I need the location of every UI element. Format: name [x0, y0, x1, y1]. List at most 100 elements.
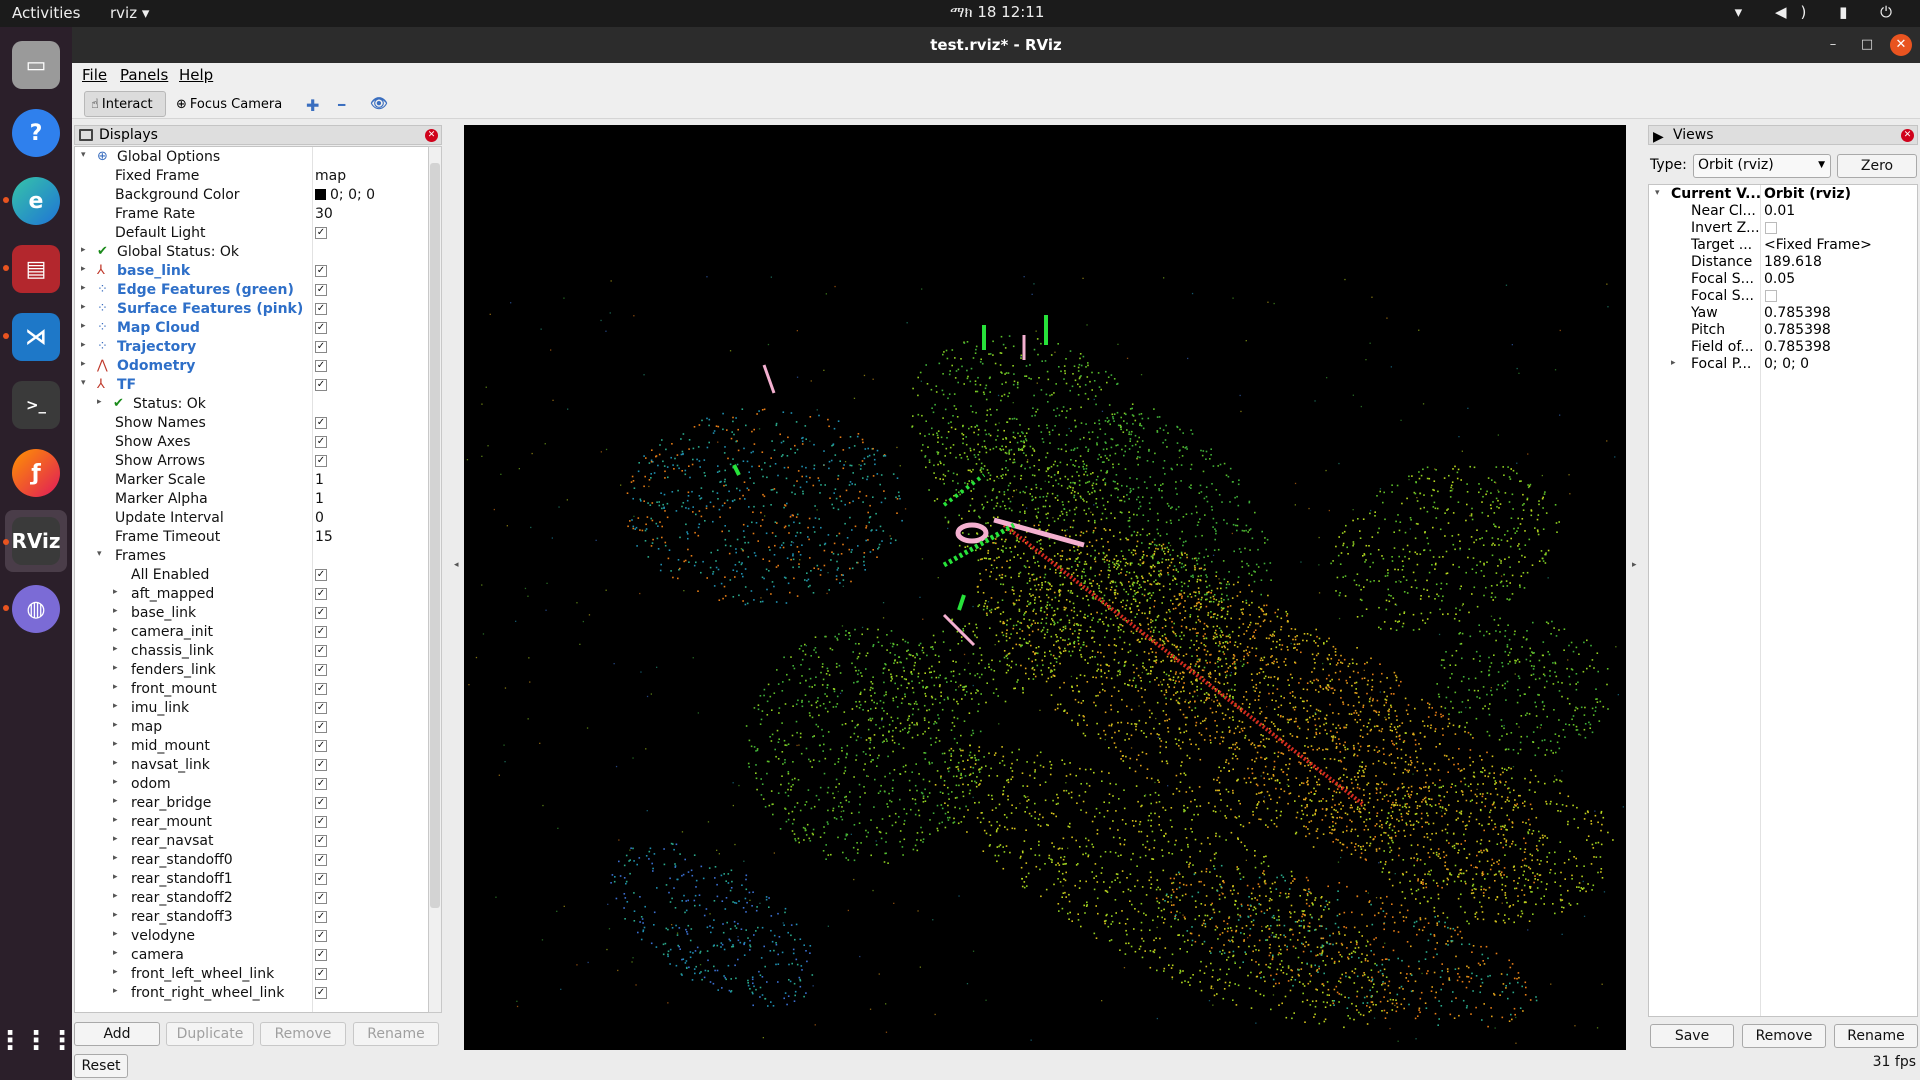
enabled-checkbox[interactable]: ✓ — [315, 835, 327, 847]
menu-file[interactable]: File — [82, 66, 107, 84]
display-tree-row[interactable]: ▸ front_right_wheel_link ✓ — [75, 984, 428, 1003]
enabled-checkbox[interactable]: ✓ — [315, 816, 327, 828]
firefox-icon[interactable]: ƒ — [12, 449, 60, 497]
collapsed-arrow-icon[interactable]: ▸ — [81, 321, 86, 331]
display-tree-row[interactable]: ▸ camera_init ✓ — [75, 623, 428, 642]
display-tree-row[interactable]: Fixed Frame map — [75, 167, 428, 186]
display-tree-row[interactable]: All Enabled ✓ — [75, 566, 428, 585]
remove-display-button[interactable]: Remove — [260, 1022, 346, 1046]
property-value[interactable]: 1 — [315, 472, 324, 488]
enabled-checkbox[interactable]: ✓ — [315, 455, 327, 467]
remove-tool-icon[interactable]: ━ — [338, 98, 345, 112]
display-tree-row[interactable]: ▸ velodyne ✓ — [75, 927, 428, 946]
property-value[interactable]: 15 — [315, 529, 333, 545]
minimize-button[interactable]: – — [1822, 34, 1844, 56]
collapsed-arrow-icon[interactable]: ▸ — [113, 796, 118, 806]
collapsed-arrow-icon[interactable]: ▸ — [81, 245, 86, 255]
enabled-checkbox[interactable]: ✓ — [315, 683, 327, 695]
display-tree-row[interactable]: Show Axes ✓ — [75, 433, 428, 452]
focus-camera-tool-button[interactable]: ⊕ Focus Camera — [170, 91, 288, 117]
display-tree-row[interactable]: ▸ odom ✓ — [75, 775, 428, 794]
display-tree-row[interactable]: ▸ ⁘ Edge Features (green) ✓ — [75, 281, 428, 300]
display-tree-row[interactable]: ▸ ✔ Global Status: Ok — [75, 243, 428, 262]
display-tree-row[interactable]: ▸ ✔ Status: Ok — [75, 395, 428, 414]
property-value[interactable]: 1 — [315, 491, 324, 507]
display-tree-row[interactable]: ▾ Frames — [75, 547, 428, 566]
enabled-checkbox[interactable]: ✓ — [315, 797, 327, 809]
property-value[interactable]: 0; 0; 0 — [315, 187, 375, 203]
vscode-icon[interactable]: ⋊ — [12, 313, 60, 361]
reset-button[interactable]: Reset — [74, 1054, 128, 1078]
collapsed-arrow-icon[interactable]: ▸ — [113, 891, 118, 901]
display-tree-row[interactable]: Default Light ✓ — [75, 224, 428, 243]
collapsed-arrow-icon[interactable]: ▸ — [113, 967, 118, 977]
rviz-icon[interactable]: RViz — [11, 517, 61, 565]
menu-help[interactable]: Help — [179, 66, 213, 84]
display-tree-row[interactable]: ▸ rear_bridge ✓ — [75, 794, 428, 813]
enabled-checkbox[interactable]: ✓ — [315, 854, 327, 866]
collapsed-arrow-icon[interactable]: ▸ — [81, 264, 86, 274]
enabled-checkbox[interactable]: ✓ — [315, 930, 327, 942]
expanded-arrow-icon[interactable]: ▾ — [97, 549, 102, 559]
enabled-checkbox[interactable]: ✓ — [315, 778, 327, 790]
enabled-checkbox[interactable]: ✓ — [315, 911, 327, 923]
display-tree-row[interactable]: Marker Alpha 1 — [75, 490, 428, 509]
property-value[interactable]: 0 — [315, 510, 324, 526]
collapsed-arrow-icon[interactable]: ▸ — [113, 739, 118, 749]
display-tree-row[interactable]: ▸ aft_mapped ✓ — [75, 585, 428, 604]
enabled-checkbox[interactable]: ✓ — [315, 968, 327, 980]
enabled-checkbox[interactable]: ✓ — [315, 303, 327, 315]
display-tree-row[interactable]: Update Interval 0 — [75, 509, 428, 528]
enabled-checkbox[interactable]: ✓ — [315, 892, 327, 904]
scrollbar-thumb[interactable] — [430, 163, 440, 908]
display-tree-row[interactable]: ▸ rear_standoff0 ✓ — [75, 851, 428, 870]
collapsed-arrow-icon[interactable]: ▸ — [113, 644, 118, 654]
duplicate-button[interactable]: Duplicate — [166, 1022, 254, 1046]
expanded-arrow-icon[interactable]: ▾ — [81, 150, 86, 160]
collapsed-arrow-icon[interactable]: ▸ — [113, 986, 118, 996]
files-icon[interactable]: ▭ — [12, 41, 60, 89]
collapsed-arrow-icon[interactable]: ▸ — [113, 758, 118, 768]
display-tree-row[interactable]: ▸ camera ✓ — [75, 946, 428, 965]
display-tree-row[interactable]: Frame Timeout 15 — [75, 528, 428, 547]
display-tree-row[interactable]: ▸ front_mount ✓ — [75, 680, 428, 699]
display-tree-row[interactable]: ▸ rear_navsat ✓ — [75, 832, 428, 851]
display-tree-row[interactable]: ▸ ⁘ Map Cloud ✓ — [75, 319, 428, 338]
edge-browser-icon[interactable]: e — [12, 177, 60, 225]
enabled-checkbox[interactable]: ✓ — [315, 436, 327, 448]
enabled-checkbox[interactable]: ✓ — [315, 664, 327, 676]
left-splitter-arrow[interactable]: ◂ — [454, 560, 459, 570]
collapsed-arrow-icon[interactable]: ▸ — [113, 834, 118, 844]
display-tree-row[interactable]: ▸ map ✓ — [75, 718, 428, 737]
display-tree-row[interactable]: Show Arrows ✓ — [75, 452, 428, 471]
enabled-checkbox[interactable]: ✓ — [315, 949, 327, 961]
display-tree-row[interactable]: ▾ ⊕ Global Options — [75, 148, 428, 167]
display-tree-row[interactable]: ▸ base_link ✓ — [75, 604, 428, 623]
display-tree-row[interactable]: ▸ front_left_wheel_link ✓ — [75, 965, 428, 984]
app-red-icon[interactable]: ▤ — [12, 245, 60, 293]
collapsed-arrow-icon[interactable]: ▸ — [113, 701, 118, 711]
collapsed-arrow-icon[interactable]: ▸ — [81, 283, 86, 293]
enabled-checkbox[interactable]: ✓ — [315, 626, 327, 638]
maximize-button[interactable]: □ — [1856, 34, 1878, 56]
3d-viewport[interactable] — [464, 125, 1626, 1050]
enabled-checkbox[interactable]: ✓ — [315, 417, 327, 429]
collapsed-arrow-icon[interactable]: ▸ — [113, 815, 118, 825]
collapsed-arrow-icon[interactable]: ▸ — [81, 302, 86, 312]
display-tree-row[interactable]: ▸ rear_mount ✓ — [75, 813, 428, 832]
enabled-checkbox[interactable]: ✓ — [315, 322, 327, 334]
add-button[interactable]: Add — [74, 1022, 160, 1046]
display-tree-row[interactable]: ▸ rear_standoff1 ✓ — [75, 870, 428, 889]
enabled-checkbox[interactable]: ✓ — [315, 284, 327, 296]
collapsed-arrow-icon[interactable]: ▸ — [113, 587, 118, 597]
enabled-checkbox[interactable]: ✓ — [315, 987, 327, 999]
enabled-checkbox[interactable]: ✓ — [315, 873, 327, 885]
display-tree-row[interactable]: ▸ imu_link ✓ — [75, 699, 428, 718]
display-tree-row[interactable]: ▸ mid_mount ✓ — [75, 737, 428, 756]
enabled-checkbox[interactable]: ✓ — [315, 379, 327, 391]
enabled-checkbox[interactable]: ✓ — [315, 645, 327, 657]
enabled-checkbox[interactable]: ✓ — [315, 740, 327, 752]
display-tree-row[interactable]: Background Color 0; 0; 0 — [75, 186, 428, 205]
menu-panels[interactable]: Panels — [120, 66, 168, 84]
display-tree-row[interactable]: ▸ ⁘ Surface Features (pink) ✓ — [75, 300, 428, 319]
